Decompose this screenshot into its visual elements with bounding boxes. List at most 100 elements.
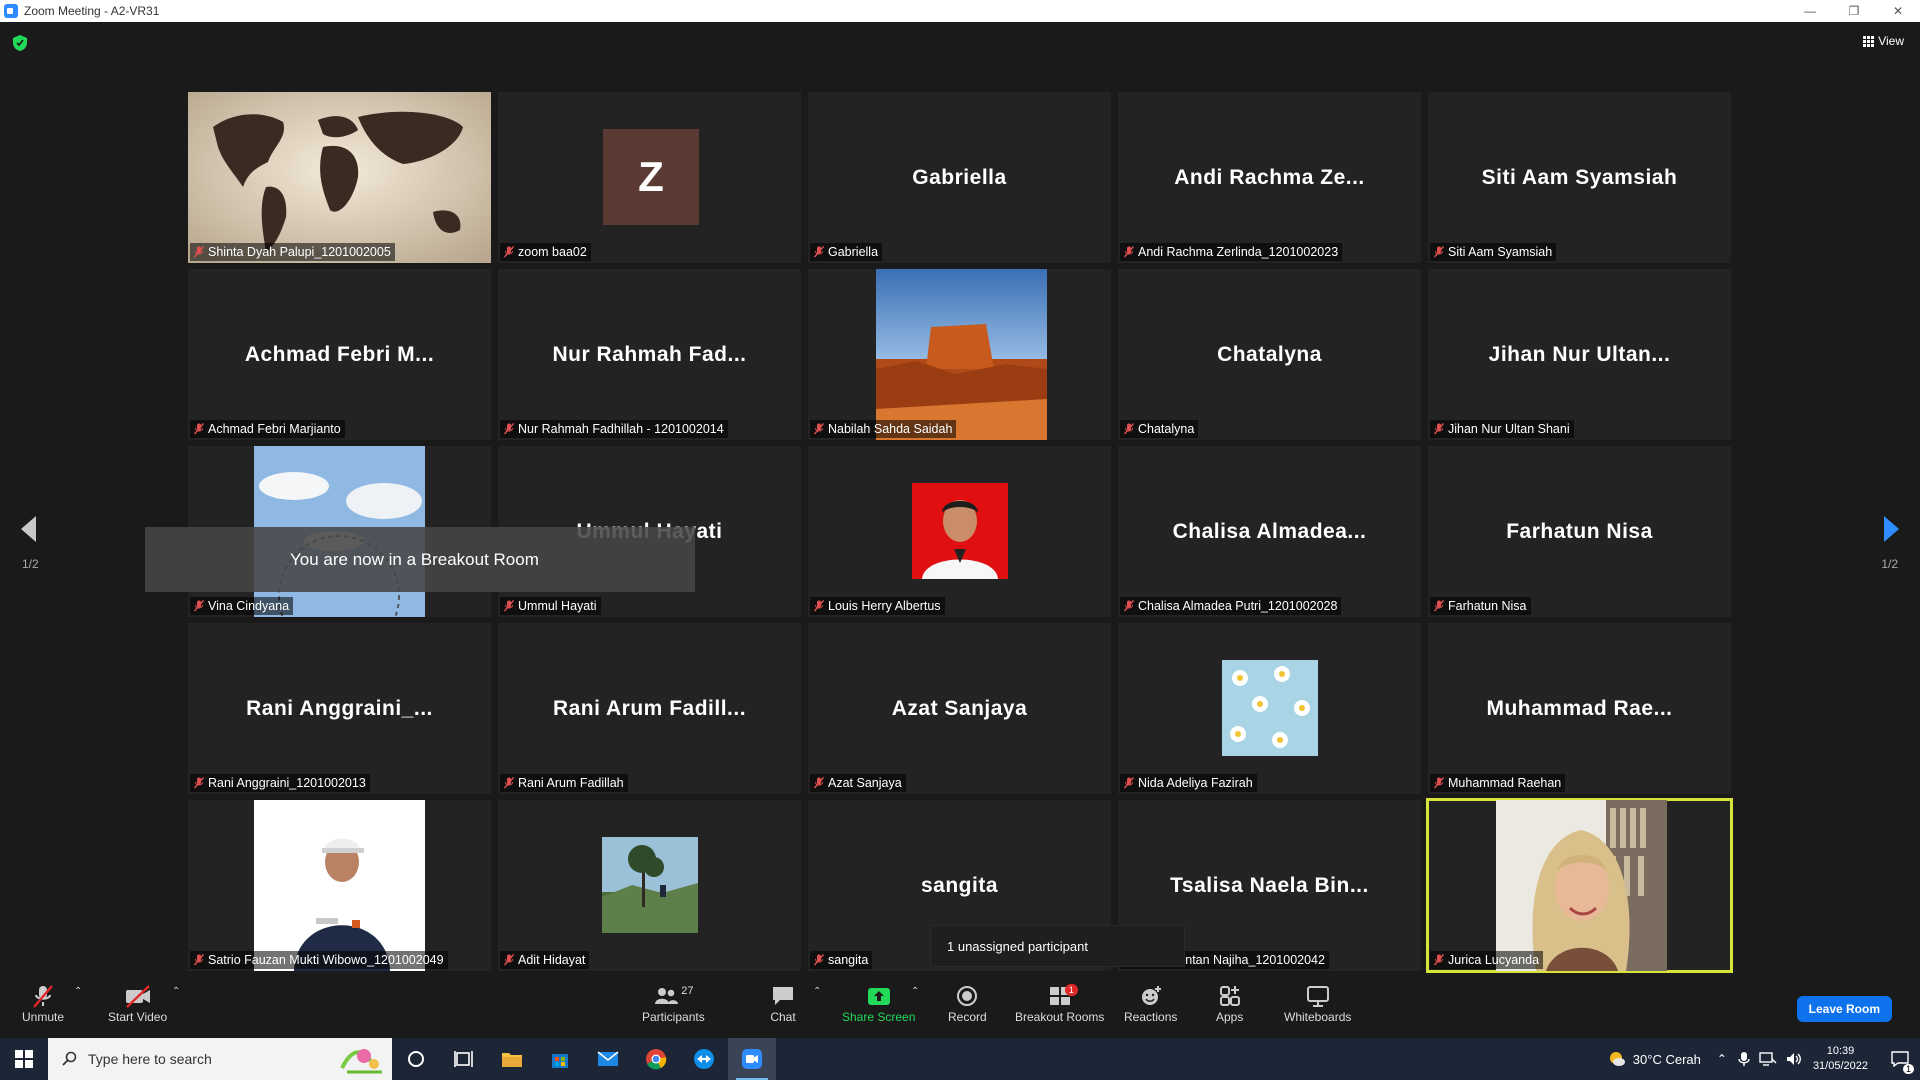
participant-name-label: sangita [810, 951, 873, 969]
participant-display-name: Azat Sanjaya [891, 696, 1028, 720]
participant-name: sangita [828, 953, 869, 967]
video-options-caret[interactable]: ⌃ [172, 986, 180, 997]
previous-page-icon[interactable] [18, 514, 38, 544]
participant-name-label: Shinta Dyah Palupi_1201002005 [190, 243, 395, 261]
taskbar-teamviewer[interactable] [680, 1038, 728, 1080]
participants-count: 27 [681, 985, 694, 997]
security-shield-icon[interactable] [12, 34, 28, 52]
participant-tile[interactable]: Jihan Nur Ultan... Jihan Nur Ultan Shani [1428, 269, 1731, 440]
taskbar-chrome[interactable] [632, 1038, 680, 1080]
chrome-icon [646, 1049, 667, 1070]
participant-tile[interactable]: Farhatun Nisa Farhatun Nisa [1428, 446, 1731, 617]
muted-mic-icon [814, 777, 824, 789]
unmute-button[interactable]: Unmute [22, 982, 64, 1024]
participant-name-label: Satrio Fauzan Mukti Wibowo_1201002049 [190, 951, 448, 969]
reactions-button[interactable]: Reactions [1124, 982, 1177, 1024]
participant-name: Chalisa Almadea Putri_1201002028 [1138, 599, 1338, 613]
participant-tile[interactable]: Gabriella Gabriella [808, 92, 1111, 263]
leave-room-button[interactable]: Leave Room [1796, 996, 1892, 1022]
volume-icon[interactable] [1785, 1051, 1803, 1067]
view-label: View [1878, 34, 1904, 48]
start-video-button[interactable]: Start Video [108, 982, 167, 1024]
taskbar-search-box[interactable]: Type here to search [48, 1038, 392, 1080]
cortana-button[interactable] [392, 1038, 440, 1080]
participant-tile[interactable]: Satrio Fauzan Mukti Wibowo_1201002049 [188, 800, 491, 971]
participant-name: Nabilah Sahda Saidah [828, 422, 953, 436]
next-page-icon[interactable] [1882, 514, 1902, 544]
muted-mic-icon [1434, 954, 1444, 966]
page-indicator-left: 1/2 [22, 557, 39, 571]
muted-mic-icon [194, 423, 204, 435]
participant-tile[interactable]: Adit Hidayat [498, 800, 801, 971]
participant-tile[interactable]: Rani Arum Fadill... Rani Arum Fadillah [498, 623, 801, 794]
chat-options-caret[interactable]: ⌃ [813, 986, 821, 997]
muted-mic-icon [194, 600, 204, 612]
whiteboards-button[interactable]: Whiteboards [1284, 982, 1351, 1024]
muted-mic-icon [504, 777, 514, 789]
breakout-rooms-button[interactable]: 1 Breakout Rooms [1015, 982, 1104, 1024]
participant-display-name: Rani Arum Fadill... [552, 696, 747, 720]
chat-button[interactable]: Chat [770, 982, 796, 1024]
record-label: Record [948, 1010, 987, 1024]
audio-options-caret[interactable]: ⌃ [74, 986, 82, 997]
participant-tile[interactable]: Jurica Lucyanda [1426, 798, 1733, 973]
participant-tile[interactable]: Nur Rahmah Fad... Nur Rahmah Fadhillah - … [498, 269, 801, 440]
record-button[interactable]: Record [948, 982, 987, 1024]
system-tray: 30°C Cerah ⌃ 10:39 31/05/2022 1 [1607, 1038, 1920, 1080]
participant-name-label: Vina Cindyana [190, 597, 294, 615]
taskbar-store[interactable] [536, 1038, 584, 1080]
notifications-button[interactable]: 1 [1880, 1038, 1920, 1080]
breakout-room-notification: You are now in a Breakout Room [145, 527, 695, 592]
apps-button[interactable]: Apps [1216, 982, 1243, 1024]
participant-tile[interactable]: Chalisa Almadea... Chalisa Almadea Putri_… [1118, 446, 1421, 617]
participant-tile[interactable]: Nida Adeliya Fazirah [1118, 623, 1421, 794]
participant-tile[interactable]: Azat Sanjaya Azat Sanjaya [808, 623, 1111, 794]
participant-tile[interactable]: Nabilah Sahda Saidah [808, 269, 1111, 440]
reactions-label: Reactions [1124, 1010, 1178, 1024]
window-titlebar: Zoom Meeting - A2-VR31 — ❐ ✕ [0, 0, 1920, 22]
muted-mic-icon [194, 954, 204, 966]
video-off-icon [125, 985, 150, 1008]
participant-tile[interactable]: Muhammad Rae... Muhammad Raehan [1428, 623, 1731, 794]
participant-name-label: Nabilah Sahda Saidah [810, 420, 957, 438]
muted-mic-icon [814, 246, 824, 258]
view-button[interactable]: View [1863, 34, 1904, 48]
participant-name: Chatalyna [1138, 422, 1195, 436]
participant-tile[interactable]: Louis Herry Albertus [808, 446, 1111, 617]
participant-tile[interactable]: Shinta Dyah Palupi_1201002005 [188, 92, 491, 263]
muted-mic-icon [194, 246, 204, 258]
share-screen-button[interactable]: Share Screen [842, 982, 915, 1024]
participant-name: Satrio Fauzan Mukti Wibowo_1201002049 [208, 953, 444, 967]
participant-name: Azat Sanjaya [828, 776, 902, 790]
taskbar-mail[interactable] [584, 1038, 632, 1080]
task-view-button[interactable] [440, 1038, 488, 1080]
breakout-rooms-label: Breakout Rooms [1015, 1010, 1105, 1024]
participant-tile[interactable]: Chatalyna Chatalyna [1118, 269, 1421, 440]
participant-tile[interactable]: Andi Rachma Ze... Andi Rachma Zerlinda_12… [1118, 92, 1421, 263]
participant-tile[interactable]: Zzoom baa02 [498, 92, 801, 263]
close-button[interactable]: ✕ [1876, 0, 1920, 22]
start-button[interactable] [0, 1038, 48, 1080]
windows-taskbar: Type here to search 30°C Cerah ⌃ 10:39 3… [0, 1038, 1920, 1080]
participant-name-label: Jihan Nur Ultan Shani [1430, 420, 1574, 438]
taskbar-zoom[interactable] [728, 1038, 776, 1080]
minimize-button[interactable]: — [1788, 0, 1832, 22]
participant-tile[interactable]: Achmad Febri M... Achmad Febri Marjianto [188, 269, 491, 440]
woman-in-hijab-photo [1496, 800, 1667, 971]
clock-time: 10:39 [1826, 1045, 1855, 1057]
microphone-tray-icon[interactable] [1737, 1051, 1751, 1067]
tray-overflow-icon[interactable]: ⌃ [1717, 1052, 1727, 1066]
maximize-button[interactable]: ❐ [1832, 0, 1876, 22]
participant-tile[interactable]: Siti Aam Syamsiah Siti Aam Syamsiah [1428, 92, 1731, 263]
share-options-caret[interactable]: ⌃ [911, 986, 919, 997]
participant-name-label: Andi Rachma Zerlinda_1201002023 [1120, 243, 1343, 261]
taskbar-file-explorer[interactable] [488, 1038, 536, 1080]
weather-text[interactable]: 30°C Cerah [1633, 1052, 1701, 1067]
meeting-toolbar: Unmute ⌃ Start Video ⌃ 27 Participants C… [0, 976, 1920, 1038]
network-icon[interactable] [1759, 1051, 1777, 1067]
grid-view-icon [1863, 35, 1875, 47]
participants-button[interactable]: 27 Participants [642, 982, 705, 1024]
taskbar-clock[interactable]: 10:39 31/05/2022 [1813, 1044, 1868, 1074]
participant-display-name: Siti Aam Syamsiah [1481, 165, 1678, 189]
participant-tile[interactable]: Rani Anggraini_... Rani Anggraini_1201002… [188, 623, 491, 794]
